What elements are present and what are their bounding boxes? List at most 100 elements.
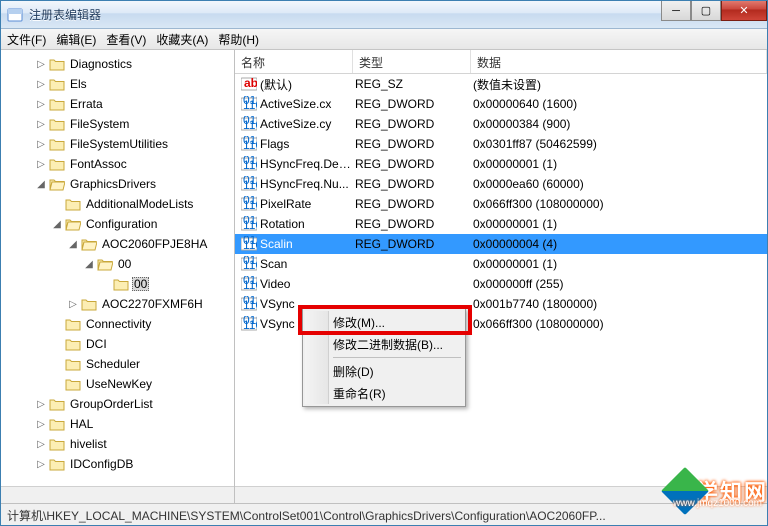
expand-icon[interactable]: ▷ xyxy=(33,79,49,90)
folder-icon xyxy=(49,397,65,411)
expand-icon[interactable]: ▷ xyxy=(33,99,49,110)
expand-icon[interactable]: ◢ xyxy=(81,259,97,270)
tree-item-errata[interactable]: ▷ Errata xyxy=(1,94,234,114)
value-name[interactable]: Video xyxy=(260,277,355,291)
value-name[interactable]: HSyncFreq.Nu... xyxy=(260,177,355,191)
expand-icon[interactable]: ◢ xyxy=(33,179,49,190)
expand-icon[interactable]: ▷ xyxy=(33,399,49,410)
tree-item-idconfigdb[interactable]: ▷ IDConfigDB xyxy=(1,454,234,474)
value-name[interactable]: Flags xyxy=(260,137,355,151)
tree-label[interactable]: AOC2060FPJE8HA xyxy=(100,237,209,251)
list-row[interactable]: (默认)REG_SZ(数值未设置) xyxy=(235,74,767,94)
tree-label[interactable]: Scheduler xyxy=(84,357,142,371)
tree-item-00[interactable]: 00 xyxy=(1,274,234,294)
window-title: 注册表编辑器 xyxy=(29,6,101,23)
expand-icon[interactable]: ▷ xyxy=(33,159,49,170)
menu-favorites[interactable]: 收藏夹(A) xyxy=(156,31,208,48)
close-button[interactable]: ✕ xyxy=(721,1,767,21)
menu-view[interactable]: 查看(V) xyxy=(106,31,146,48)
list-row[interactable]: ActiveSize.cyREG_DWORD0x00000384 (900) xyxy=(235,114,767,134)
tree-item-usenewkey[interactable]: UseNewKey xyxy=(1,374,234,394)
tree-label[interactable]: IDConfigDB xyxy=(68,457,135,471)
list-body[interactable]: (默认)REG_SZ(数值未设置)ActiveSize.cxREG_DWORD0… xyxy=(235,74,767,486)
expand-icon[interactable]: ▷ xyxy=(33,439,49,450)
tree-item-aoc2060fpje8ha[interactable]: ◢ AOC2060FPJE8HA xyxy=(1,234,234,254)
expand-icon[interactable]: ▷ xyxy=(33,459,49,470)
expand-icon[interactable]: ◢ xyxy=(49,219,65,230)
column-type[interactable]: 类型 xyxy=(353,50,471,73)
column-name[interactable]: 名称 xyxy=(235,50,353,73)
tree-label[interactable]: UseNewKey xyxy=(84,377,154,391)
titlebar[interactable]: 注册表编辑器 ─ ▢ ✕ xyxy=(1,1,767,29)
tree-item-hal[interactable]: ▷ HAL xyxy=(1,414,234,434)
tree-label[interactable]: FileSystemUtilities xyxy=(68,137,170,151)
tree-item-configuration[interactable]: ◢ Configuration xyxy=(1,214,234,234)
menu-edit[interactable]: 编辑(E) xyxy=(56,31,96,48)
expand-icon[interactable]: ▷ xyxy=(33,419,49,430)
list-row[interactable]: HSyncFreq.Nu...REG_DWORD0x0000ea60 (6000… xyxy=(235,174,767,194)
value-name[interactable]: (默认) xyxy=(260,76,355,93)
tree-item-fontassoc[interactable]: ▷ FontAssoc xyxy=(1,154,234,174)
value-data: 0x00000001 (1) xyxy=(473,217,767,231)
tree-label[interactable]: GroupOrderList xyxy=(68,397,155,411)
tree-label[interactable]: FontAssoc xyxy=(68,157,129,171)
tree-item-filesystemutilities[interactable]: ▷ FileSystemUtilities xyxy=(1,134,234,154)
statusbar-path: 计算机\HKEY_LOCAL_MACHINE\SYSTEM\ControlSet… xyxy=(7,509,606,523)
tree-label[interactable]: Connectivity xyxy=(84,317,153,331)
tree-item-els[interactable]: ▷ Els xyxy=(1,74,234,94)
value-name[interactable]: HSyncFreq.Den... xyxy=(260,157,355,171)
tree-label[interactable]: 00 xyxy=(132,277,149,291)
tree-item-additionalmodelists[interactable]: AdditionalModeLists xyxy=(1,194,234,214)
value-name[interactable]: ActiveSize.cy xyxy=(260,117,355,131)
expand-icon[interactable]: ◢ xyxy=(65,239,81,250)
tree-item-scheduler[interactable]: Scheduler xyxy=(1,354,234,374)
list-row[interactable]: PixelRateREG_DWORD0x066ff300 (108000000) xyxy=(235,194,767,214)
tree-item-aoc2270fxmf6h[interactable]: ▷ AOC2270FXMF6H xyxy=(1,294,234,314)
tree-label[interactable]: Els xyxy=(68,77,89,91)
expand-icon[interactable]: ▷ xyxy=(33,139,49,150)
tree-label[interactable]: GraphicsDrivers xyxy=(68,177,158,191)
tree-item-connectivity[interactable]: Connectivity xyxy=(1,314,234,334)
minimize-button[interactable]: ─ xyxy=(661,1,691,21)
tree-item-00[interactable]: ◢ 00 xyxy=(1,254,234,274)
tree-label[interactable]: Diagnostics xyxy=(68,57,134,71)
list-row[interactable]: ScalinREG_DWORD0x00000004 (4) xyxy=(235,234,767,254)
column-data[interactable]: 数据 xyxy=(471,50,767,73)
tree-label[interactable]: Configuration xyxy=(84,217,159,231)
list-row[interactable]: Scan0x00000001 (1) xyxy=(235,254,767,274)
tree-pane[interactable]: ▷ Diagnostics ▷ Els ▷ Errata ▷ FileSystem ▷ FileS… xyxy=(1,50,235,503)
expand-icon[interactable]: ▷ xyxy=(33,119,49,130)
value-name[interactable]: Scan xyxy=(260,257,355,271)
tree-label[interactable]: FileSystem xyxy=(68,117,131,131)
tree-label[interactable]: Errata xyxy=(68,97,105,111)
tree-label[interactable]: AdditionalModeLists xyxy=(84,197,195,211)
folder-icon xyxy=(113,277,129,291)
tree-item-grouporderlist[interactable]: ▷ GroupOrderList xyxy=(1,394,234,414)
tree-item-dci[interactable]: DCI xyxy=(1,334,234,354)
menu-help[interactable]: 帮助(H) xyxy=(218,31,259,48)
list-row[interactable]: ActiveSize.cxREG_DWORD0x00000640 (1600) xyxy=(235,94,767,114)
tree-label[interactable]: 00 xyxy=(116,257,133,271)
tree-horizontal-scrollbar[interactable] xyxy=(1,486,234,503)
tree-label[interactable]: HAL xyxy=(68,417,95,431)
tree-item-filesystem[interactable]: ▷ FileSystem xyxy=(1,114,234,134)
value-type: REG_DWORD xyxy=(355,177,473,191)
list-row[interactable]: HSyncFreq.Den...REG_DWORD0x00000001 (1) xyxy=(235,154,767,174)
tree-label[interactable]: AOC2270FXMF6H xyxy=(100,297,205,311)
tree-label[interactable]: hivelist xyxy=(68,437,109,451)
value-name[interactable]: Rotation xyxy=(260,217,355,231)
tree-label[interactable]: DCI xyxy=(84,337,109,351)
tree-item-diagnostics[interactable]: ▷ Diagnostics xyxy=(1,54,234,74)
expand-icon[interactable]: ▷ xyxy=(33,59,49,70)
list-row[interactable]: FlagsREG_DWORD0x0301ff87 (50462599) xyxy=(235,134,767,154)
tree-item-hivelist[interactable]: ▷ hivelist xyxy=(1,434,234,454)
maximize-button[interactable]: ▢ xyxy=(691,1,721,21)
tree-item-graphicsdrivers[interactable]: ◢ GraphicsDrivers xyxy=(1,174,234,194)
value-name[interactable]: Scalin xyxy=(260,237,355,251)
list-row[interactable]: Video0x000000ff (255) xyxy=(235,274,767,294)
menu-file[interactable]: 文件(F) xyxy=(7,31,46,48)
value-name[interactable]: PixelRate xyxy=(260,197,355,211)
value-name[interactable]: ActiveSize.cx xyxy=(260,97,355,111)
expand-icon[interactable]: ▷ xyxy=(65,299,81,310)
list-row[interactable]: RotationREG_DWORD0x00000001 (1) xyxy=(235,214,767,234)
